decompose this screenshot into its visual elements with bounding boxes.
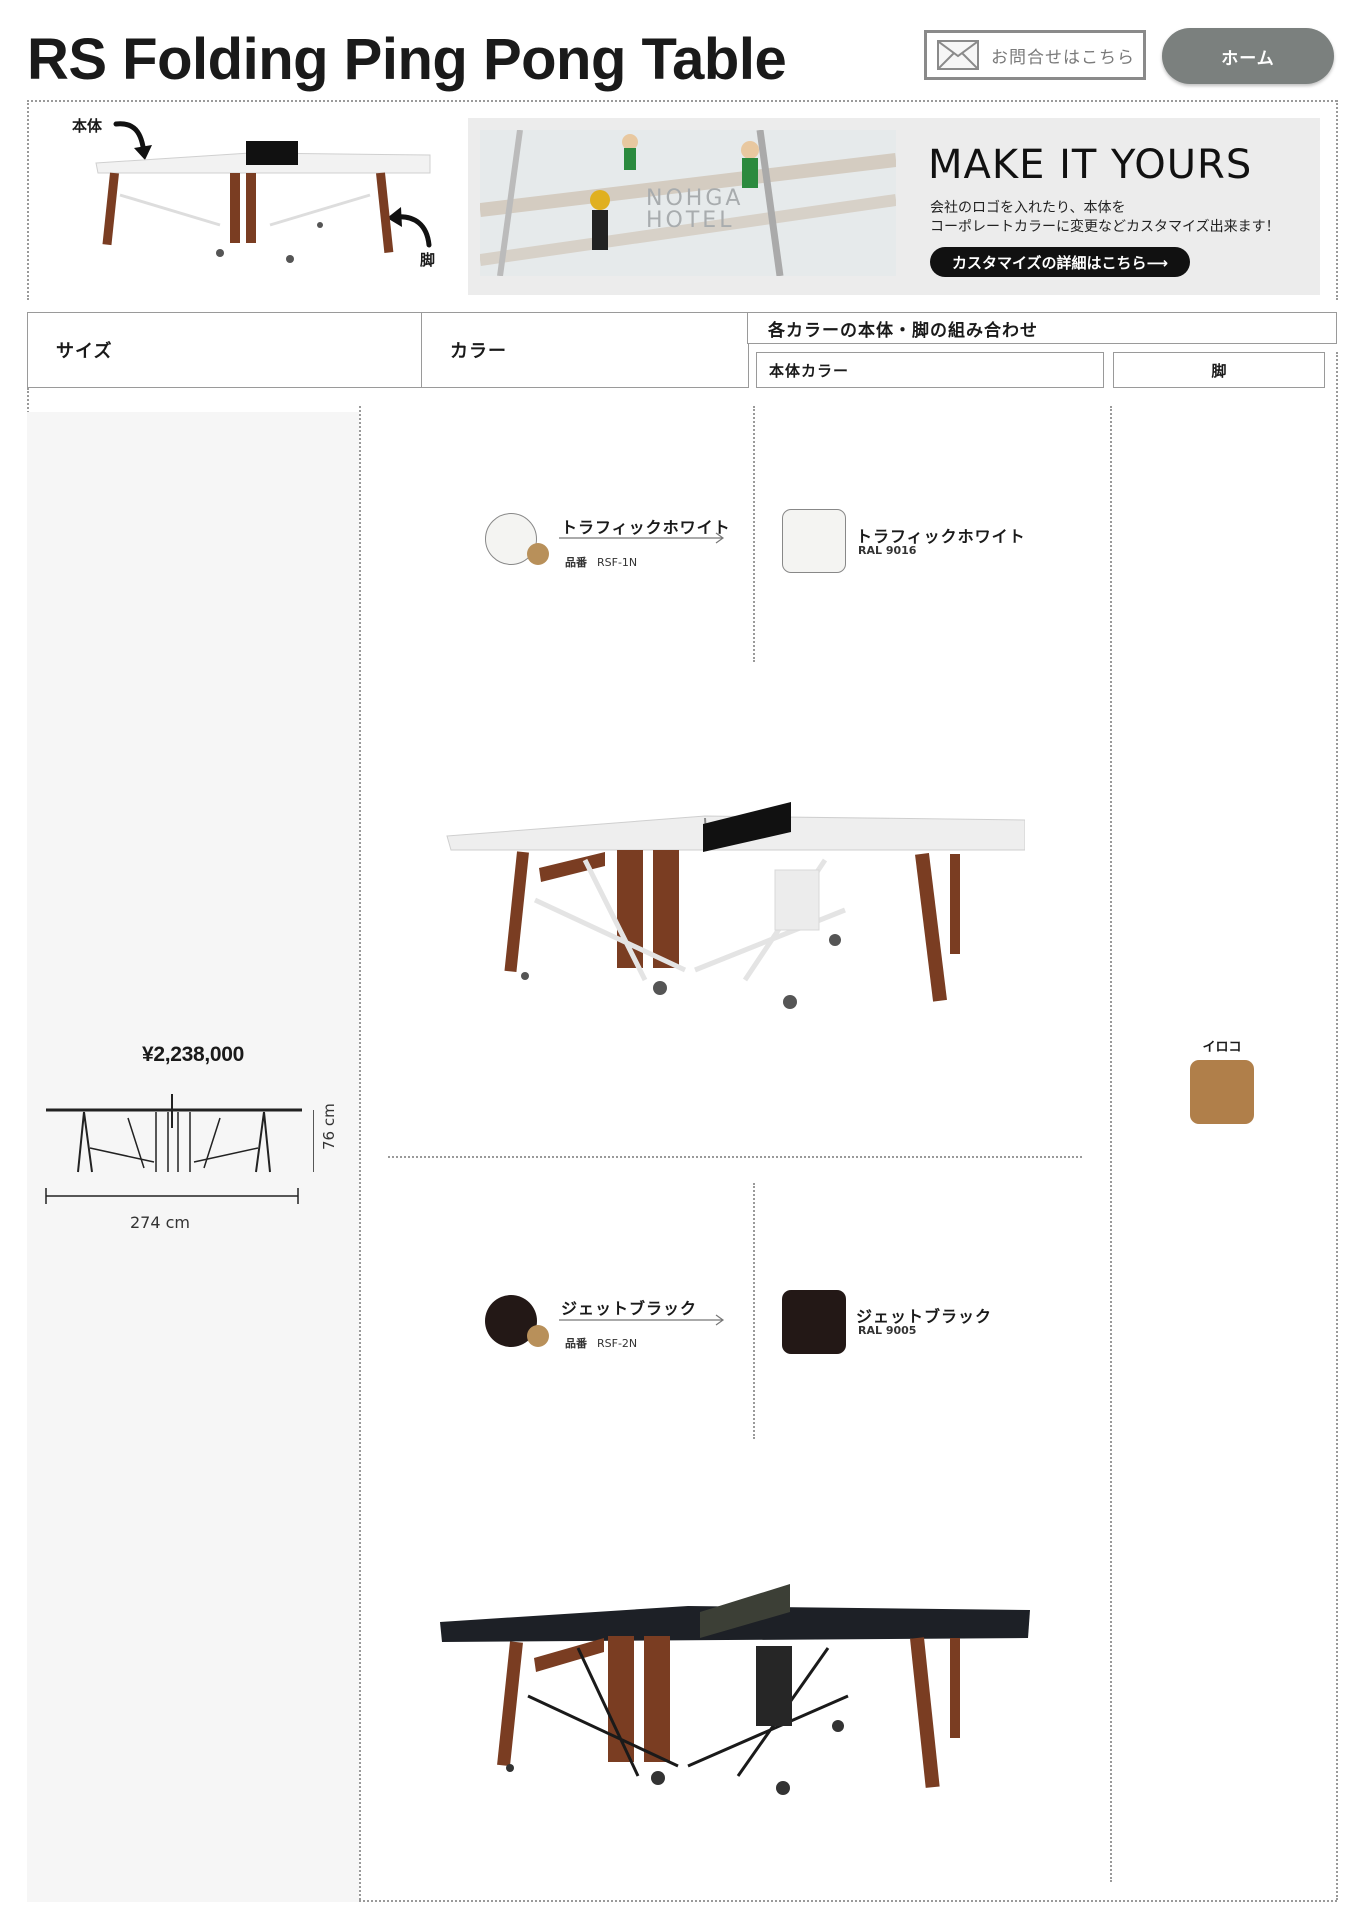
part-number-label: 品番 [565, 556, 587, 569]
part-number-value: RSF-2N [597, 1337, 638, 1350]
customize-details-button[interactable]: カスタマイズの詳細はこちら⟶ [930, 247, 1190, 277]
body-color-swatch[interactable] [782, 509, 846, 573]
photo-sign-line2: HOTEL [646, 208, 735, 233]
ral-code: RAL 9005 [858, 1324, 917, 1337]
price: ¥2,238,000 [141, 1043, 245, 1066]
white-table-photo [446, 802, 1025, 1009]
part-number: 品番 RSF-1N [565, 554, 637, 570]
body-label: 本体 [72, 117, 103, 135]
leg-wood-name: イロコ [1202, 1040, 1242, 1055]
header-combination: 各カラーの本体・脚の組み合わせ [747, 312, 1337, 344]
part-number-value: RSF-1N [597, 556, 638, 569]
width-dimension: 274 cm [130, 1213, 191, 1232]
header-size: サイズ [27, 312, 423, 388]
height-dimension: 76 cm [320, 1103, 338, 1150]
leg-color-dot [527, 1325, 549, 1347]
dimension-drawing [45, 1094, 314, 1204]
leg-col-rule [1110, 406, 1112, 1882]
leg-color-dot [527, 543, 549, 565]
leg-color-swatch[interactable] [1190, 1060, 1254, 1124]
black-table-photo [440, 1584, 1030, 1795]
body-color-swatch[interactable] [782, 1290, 846, 1354]
right-dotted-rule [1336, 352, 1338, 1900]
banner-photo: NOHGA HOTEL [480, 130, 896, 276]
mail-icon [937, 40, 979, 70]
ral-code: RAL 9016 [858, 544, 917, 557]
header-leg: 脚 [1113, 352, 1325, 388]
banner-headline: MAKE IT YOURS [928, 142, 1253, 188]
banner-text-line2: コーポレートカラーに変更などカスタマイズ出来ます！ [930, 219, 1280, 235]
header-divider [27, 100, 1337, 102]
contact-button-label: お問合せはこちら [991, 47, 1135, 68]
left-dotted-rule-top [27, 100, 29, 300]
banner-text-line1: 会社のロゴを入れたり、本体を [930, 200, 1126, 216]
header-color: カラー [421, 312, 749, 388]
table-diagram-image [95, 141, 431, 263]
header-body-color: 本体カラー [756, 352, 1104, 388]
right-dotted-rule-top [1336, 100, 1338, 300]
arrow-icon [559, 532, 725, 544]
home-button[interactable]: ホーム [1162, 28, 1334, 84]
variant1-color-rule [753, 406, 755, 662]
photo-sign-line1: NOHGA [646, 186, 744, 211]
part-number-label: 品番 [565, 1337, 587, 1350]
page-title: RS Folding Ping Pong Table [27, 27, 787, 92]
arrow-icon [559, 1314, 725, 1326]
variant2-color-rule [753, 1183, 755, 1439]
size-col-rule [359, 406, 361, 1900]
contact-button[interactable]: お問合せはこちら [924, 30, 1146, 80]
part-number: 品番 RSF-2N [565, 1335, 637, 1351]
variant-divider [388, 1156, 1082, 1158]
